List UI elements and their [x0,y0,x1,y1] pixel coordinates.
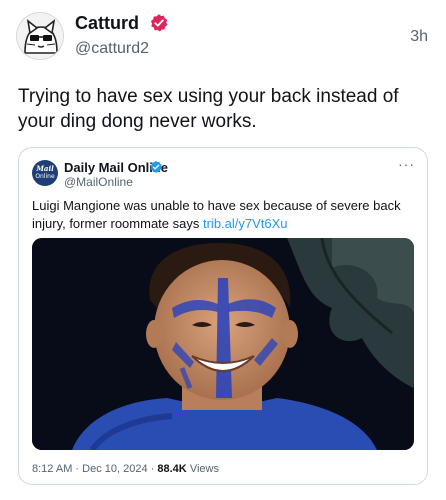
author-handle[interactable]: @catturd2 [75,40,149,58]
quoted-post-time[interactable]: 8:12 AM [32,463,72,475]
verified-badge-icon [150,14,168,32]
post-timestamp[interactable]: 3h [410,28,428,46]
quoted-verified-badge-icon [150,160,162,173]
quoted-post[interactable]: Mail Online Daily Mail Online @MailOnlin… [18,147,428,485]
quoted-post-image[interactable] [32,238,414,450]
author-avatar[interactable] [16,12,64,60]
quoted-avatar-logo-text: Mail [36,164,54,173]
photo-smiling-man-face-paint [32,238,414,450]
more-options-icon[interactable]: ··· [398,156,415,172]
meta-separator: · [150,463,155,475]
views-label: Views [189,463,219,475]
post-text: Trying to have sex using your back inste… [18,86,399,132]
quoted-author-handle[interactable]: @MailOnline [64,175,133,189]
author-name[interactable]: Catturd [75,13,139,34]
quoted-post-text: Luigi Mangione was unable to have sex be… [32,197,417,233]
views-count: 88.4K [157,463,187,475]
meta-separator: · [75,463,80,475]
quoted-author-avatar[interactable]: Mail Online [32,160,58,186]
quoted-post-meta: 8:12 AM · Dec 10, 2024 · 88.4K Views [32,463,219,475]
cartoon-cat-icon [17,13,63,59]
quoted-post-date[interactable]: Dec 10, 2024 [82,463,147,475]
post: Catturd @catturd2 3h Trying to have sex … [0,0,446,500]
quoted-avatar-logo-subtext: Online [35,173,55,180]
quoted-post-link[interactable]: trib.al/y7Vt6Xu [203,216,288,231]
